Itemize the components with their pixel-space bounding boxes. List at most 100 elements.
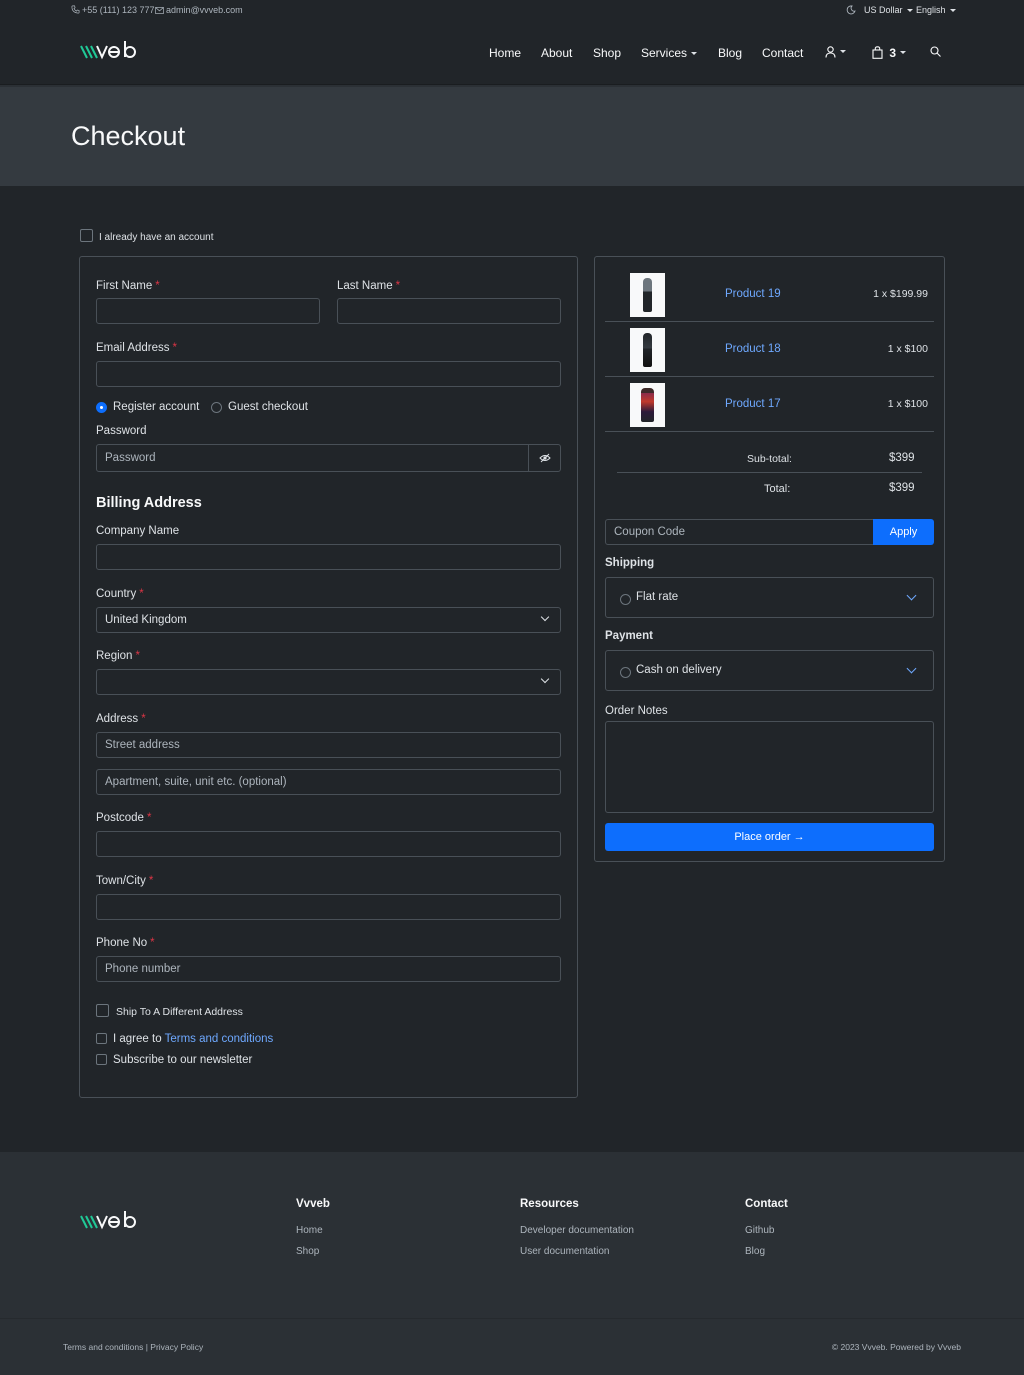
agree-prefix: I agree to (113, 1033, 162, 1045)
product-row: Product 19 1 x $199.99 (605, 267, 934, 322)
already-account-label: I already have an account (99, 232, 214, 243)
nav-contact[interactable]: Contact (762, 46, 803, 60)
guest-checkout-radio[interactable] (211, 402, 222, 413)
cash-on-delivery-label: Cash on delivery (636, 664, 722, 676)
flat-rate-label: Flat rate (636, 591, 679, 603)
street-address-input[interactable]: Street address (96, 732, 561, 758)
brand-logo[interactable] (80, 38, 138, 66)
flat-rate-radio[interactable] (620, 594, 631, 605)
footer-link-dev-docs[interactable]: Developer documentation (520, 1225, 634, 1236)
ship-different-label: Ship To A Different Address (116, 1006, 243, 1018)
user-menu[interactable] (825, 46, 846, 61)
register-account-label: Register account (113, 401, 200, 413)
chevron-down-icon (691, 52, 698, 56)
last-name-input[interactable] (337, 298, 561, 324)
language-label: English (916, 5, 946, 15)
register-account-radio[interactable] (96, 402, 107, 413)
footer-link-home[interactable]: Home (296, 1225, 323, 1236)
guest-checkout-label: Guest checkout (228, 401, 308, 413)
town-input[interactable] (96, 894, 561, 920)
footer-logo[interactable] (80, 1208, 138, 1236)
phone-label: Phone No * (96, 937, 155, 949)
apartment-input[interactable]: Apartment, suite, unit etc. (optional) (96, 769, 561, 795)
footer-link-blog[interactable]: Blog (745, 1246, 765, 1257)
footer-heading: Vvveb (296, 1198, 330, 1210)
product-image[interactable] (630, 328, 665, 372)
ship-different-checkbox[interactable] (96, 1004, 109, 1017)
newsletter-checkbox[interactable] (96, 1054, 107, 1065)
required-mark: * (150, 937, 155, 949)
currency-dropdown[interactable]: US Dollar (864, 5, 913, 15)
search-icon[interactable] (930, 46, 941, 60)
cart-menu[interactable]: 3 (872, 45, 907, 60)
password-label: Password (96, 425, 147, 437)
coupon-input[interactable]: Coupon Code (605, 519, 874, 545)
postcode-text: Postcode (96, 812, 144, 824)
navbar: Home About Shop Services Blog Contact 3 (0, 21, 1024, 85)
region-select[interactable] (96, 669, 561, 695)
apply-coupon-button[interactable]: Apply (873, 519, 934, 545)
subtotal-label: Sub-total: (747, 453, 792, 465)
language-dropdown[interactable]: English (916, 5, 956, 15)
required-mark: * (139, 588, 144, 600)
product-name[interactable]: Product 18 (725, 343, 781, 355)
footer-link-shop[interactable]: Shop (296, 1246, 319, 1257)
cart-count: 3 (889, 45, 897, 60)
product-name[interactable]: Product 17 (725, 398, 781, 410)
bag-icon (872, 46, 883, 60)
currency-label: US Dollar (864, 5, 903, 15)
eye-slash-icon (539, 453, 551, 463)
order-notes-textarea[interactable] (605, 721, 934, 813)
town-label: Town/City * (96, 875, 153, 887)
chevron-down-icon (840, 50, 846, 53)
product-name[interactable]: Product 19 (725, 288, 781, 300)
required-mark: * (146, 812, 152, 824)
nav-blog[interactable]: Blog (718, 46, 742, 60)
place-order-button[interactable]: Place order → (605, 823, 934, 851)
country-select[interactable]: United Kingdom (96, 607, 561, 633)
topbar-email[interactable]: admin@vvveb.com (166, 5, 243, 15)
page-header: Checkout (0, 85, 1024, 186)
topbar-phone[interactable]: +55 (111) 123 777 (82, 5, 154, 15)
total-value: $399 (889, 482, 915, 494)
already-account-checkbox[interactable] (80, 229, 93, 242)
company-input[interactable] (96, 544, 561, 570)
password-input[interactable]: Password (96, 444, 529, 472)
user-icon (825, 46, 836, 58)
nav-services-label: Services (641, 46, 688, 60)
phone-input[interactable]: Phone number (96, 956, 561, 982)
nav-home[interactable]: Home (489, 46, 521, 60)
toggle-password-button[interactable] (528, 444, 561, 472)
product-image[interactable] (630, 273, 665, 317)
mail-icon (155, 6, 164, 16)
bottom-bar: Terms and conditions | Privacy Policy © … (0, 1318, 1024, 1375)
agree-terms-checkbox[interactable] (96, 1033, 107, 1044)
email-input[interactable] (96, 361, 561, 387)
nav-shop[interactable]: Shop (593, 46, 621, 60)
nav-services[interactable]: Services (641, 46, 698, 60)
required-mark: * (141, 713, 146, 725)
product-price: 1 x $199.99 (873, 288, 928, 300)
cash-on-delivery-radio[interactable] (620, 667, 631, 678)
last-name-label: Last Name * (337, 280, 400, 292)
postcode-label: Postcode * (96, 812, 151, 824)
required-mark: * (172, 342, 177, 354)
nav-about[interactable]: About (541, 46, 572, 60)
product-price: 1 x $100 (887, 343, 928, 355)
footer-link-user-docs[interactable]: User documentation (520, 1246, 610, 1257)
divider (617, 472, 922, 473)
theme-toggle-icon[interactable] (846, 5, 856, 17)
first-name-input[interactable] (96, 298, 320, 324)
chevron-down-icon (949, 9, 956, 13)
privacy-policy-link[interactable]: Privacy Policy (150, 1342, 203, 1352)
terms-link[interactable]: Terms and conditions (165, 1033, 274, 1045)
required-mark: * (148, 875, 154, 887)
page-title: Checkout (71, 121, 186, 151)
terms-footer-link[interactable]: Terms and conditions (63, 1342, 143, 1352)
required-mark: * (155, 280, 160, 292)
product-image[interactable] (630, 383, 665, 427)
last-name-text: Last Name (337, 280, 393, 292)
footer-link-github[interactable]: Github (745, 1225, 774, 1236)
postcode-input[interactable] (96, 831, 561, 857)
link-separator: | (145, 1342, 148, 1352)
